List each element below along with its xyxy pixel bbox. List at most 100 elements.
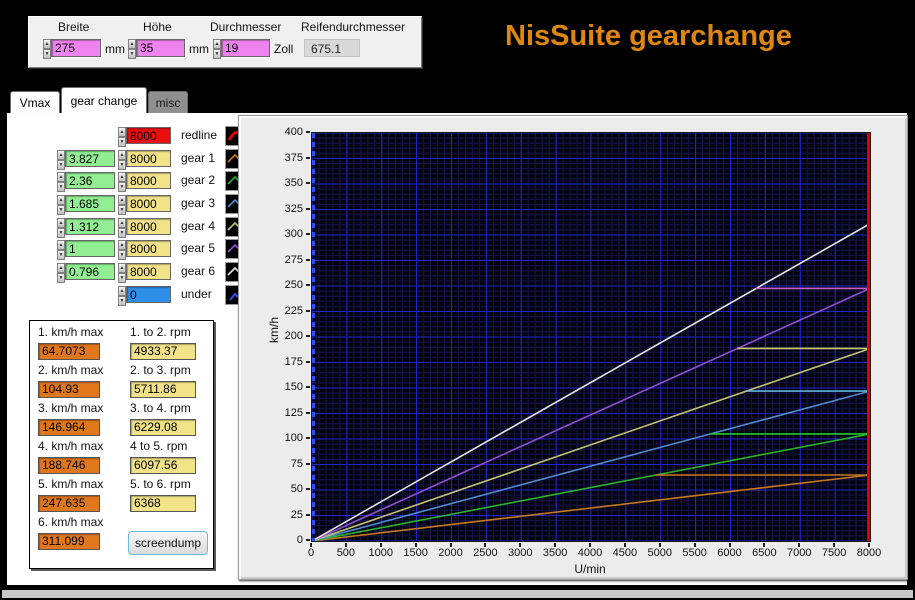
gear-6-ratio-input[interactable]	[65, 263, 115, 280]
gear-2-ratio-spinner[interactable]: ▲▼	[57, 172, 65, 189]
shift-rpm-2-3: 5711.86	[130, 381, 196, 398]
durchmesser-input[interactable]	[221, 39, 270, 57]
y-tick-label: 275	[267, 254, 303, 266]
gear-1-rpm-input[interactable]	[126, 150, 171, 167]
x-tick-mark	[624, 543, 626, 547]
x-tick-mark	[345, 543, 347, 547]
x-tick-mark	[415, 543, 417, 547]
x-tick-mark	[519, 543, 521, 547]
x-tick-mark	[659, 543, 661, 547]
y-tick-label: 400	[267, 126, 303, 138]
gear-6-label: gear 6	[181, 264, 225, 278]
gear-4-ratio-input[interactable]	[65, 218, 115, 235]
gear-6-rpm-input[interactable]	[126, 263, 171, 280]
y-tick-mark	[306, 284, 310, 286]
y-tick-label: 250	[267, 279, 303, 291]
gear-4-label: gear 4	[181, 219, 225, 233]
kmh-max-5: 247.635	[38, 495, 100, 512]
gear-1-rpm-spinner[interactable]: ▲▼	[118, 150, 126, 167]
window-bottom-edge	[2, 590, 913, 598]
under-label: under	[181, 287, 225, 301]
y-tick-mark	[306, 539, 310, 541]
y-tick-label: 150	[267, 381, 303, 393]
hoehe-unit-label: mm	[189, 42, 209, 56]
gear-5-ratio-input[interactable]	[65, 240, 115, 257]
hoehe-input[interactable]	[136, 39, 185, 57]
under-rpm-input[interactable]	[126, 286, 171, 303]
gear-3-rpm-input[interactable]	[126, 195, 171, 212]
plot-area[interactable]	[311, 132, 871, 542]
x-tick-mark	[763, 543, 765, 547]
results-box: 1. km/h max 64.7073 2. km/h max 104.93 3…	[29, 320, 214, 569]
kmh-max-6: 311.099	[38, 533, 100, 550]
x-tick-mark	[380, 543, 382, 547]
y-tick-mark	[306, 386, 310, 388]
gear-5-ratio-spinner[interactable]: ▲▼	[57, 240, 65, 257]
y-tick-label: 0	[267, 534, 303, 546]
gear-chart-panel: km/h U/min 02550751001251501752002252502…	[238, 115, 908, 580]
gear-1-label: gear 1	[181, 151, 225, 165]
x-tick-mark	[589, 543, 591, 547]
gear-2-rpm-input[interactable]	[126, 172, 171, 189]
y-tick-mark	[306, 514, 310, 516]
redline-spinner[interactable]: ▲▼	[118, 127, 126, 144]
hoehe-spinner[interactable]: ▲▼	[128, 39, 136, 57]
x-tick-mark	[729, 543, 731, 547]
durchmesser-spinner[interactable]: ▲▼	[213, 39, 221, 57]
y-tick-label: 50	[267, 483, 303, 495]
gear-4-rpm-spinner[interactable]: ▲▼	[118, 218, 126, 235]
breite-label: Breite	[58, 20, 89, 34]
gear-5-rpm-input[interactable]	[126, 240, 171, 257]
y-tick-mark	[306, 361, 310, 363]
breite-spinner[interactable]: ▲▼	[43, 39, 51, 57]
durchmesser-unit-label: Zoll	[274, 42, 293, 56]
y-tick-label: 200	[267, 330, 303, 342]
nissuite-window: Breite ▲▼ mm Höhe ▲▼ mm Durchmesser ▲▼ Z…	[0, 0, 915, 600]
x-tick-mark	[833, 543, 835, 547]
gear-2-rpm-spinner[interactable]: ▲▼	[118, 172, 126, 189]
gear-6-rpm-spinner[interactable]: ▲▼	[118, 263, 126, 280]
durchmesser-label: Durchmesser	[210, 20, 281, 34]
gear-5-rpm-spinner[interactable]: ▲▼	[118, 240, 126, 257]
y-tick-label: 25	[267, 509, 303, 521]
screendump-button[interactable]: screendump	[128, 531, 208, 555]
y-tick-label: 325	[267, 203, 303, 215]
gear-2-label: gear 2	[181, 173, 225, 187]
under-spinner[interactable]: ▲▼	[118, 286, 126, 303]
y-tick-label: 300	[267, 228, 303, 240]
kmh-max-1: 64.7073	[38, 343, 100, 360]
y-tick-label: 375	[267, 152, 303, 164]
gear-1-ratio-spinner[interactable]: ▲▼	[57, 150, 65, 167]
chart-inner: km/h U/min 02550751001251501752002252502…	[239, 116, 907, 579]
result-label: 3. km/h max	[38, 401, 103, 415]
kmh-max-4: 188.746	[38, 457, 100, 474]
tab-misc[interactable]: misc	[148, 91, 188, 113]
result-label: 1. km/h max	[38, 325, 103, 339]
y-tick-label: 225	[267, 305, 303, 317]
gear-5-label: gear 5	[181, 241, 225, 255]
result-label: 2. km/h max	[38, 363, 103, 377]
gear-3-rpm-spinner[interactable]: ▲▼	[118, 195, 126, 212]
y-tick-label: 175	[267, 356, 303, 368]
gear-4-ratio-spinner[interactable]: ▲▼	[57, 218, 65, 235]
gear-3-ratio-input[interactable]	[65, 195, 115, 212]
x-tick-mark	[554, 543, 556, 547]
result-label: 1. to 2. rpm	[130, 325, 191, 339]
redline-rpm-input[interactable]	[126, 127, 171, 144]
gear-1-ratio-input[interactable]	[65, 150, 115, 167]
reifendurchmesser-display: 675.1	[304, 39, 360, 57]
gear-2-ratio-input[interactable]	[65, 172, 115, 189]
tab-gear-change[interactable]: gear change	[61, 87, 147, 113]
y-tick-label: 125	[267, 407, 303, 419]
x-tick-mark	[484, 543, 486, 547]
gear-6-ratio-spinner[interactable]: ▲▼	[57, 263, 65, 280]
result-label: 2. to 3. rpm	[130, 363, 191, 377]
x-tick-mark	[694, 543, 696, 547]
gear-4-rpm-input[interactable]	[126, 218, 171, 235]
gear-3-label: gear 3	[181, 196, 225, 210]
breite-input[interactable]	[51, 39, 101, 57]
shift-rpm-1-2: 4933.37	[130, 343, 196, 360]
result-label: 3. to 4. rpm	[130, 401, 191, 415]
gear-3-ratio-spinner[interactable]: ▲▼	[57, 195, 65, 212]
tab-vmax[interactable]: Vmax	[10, 91, 60, 113]
